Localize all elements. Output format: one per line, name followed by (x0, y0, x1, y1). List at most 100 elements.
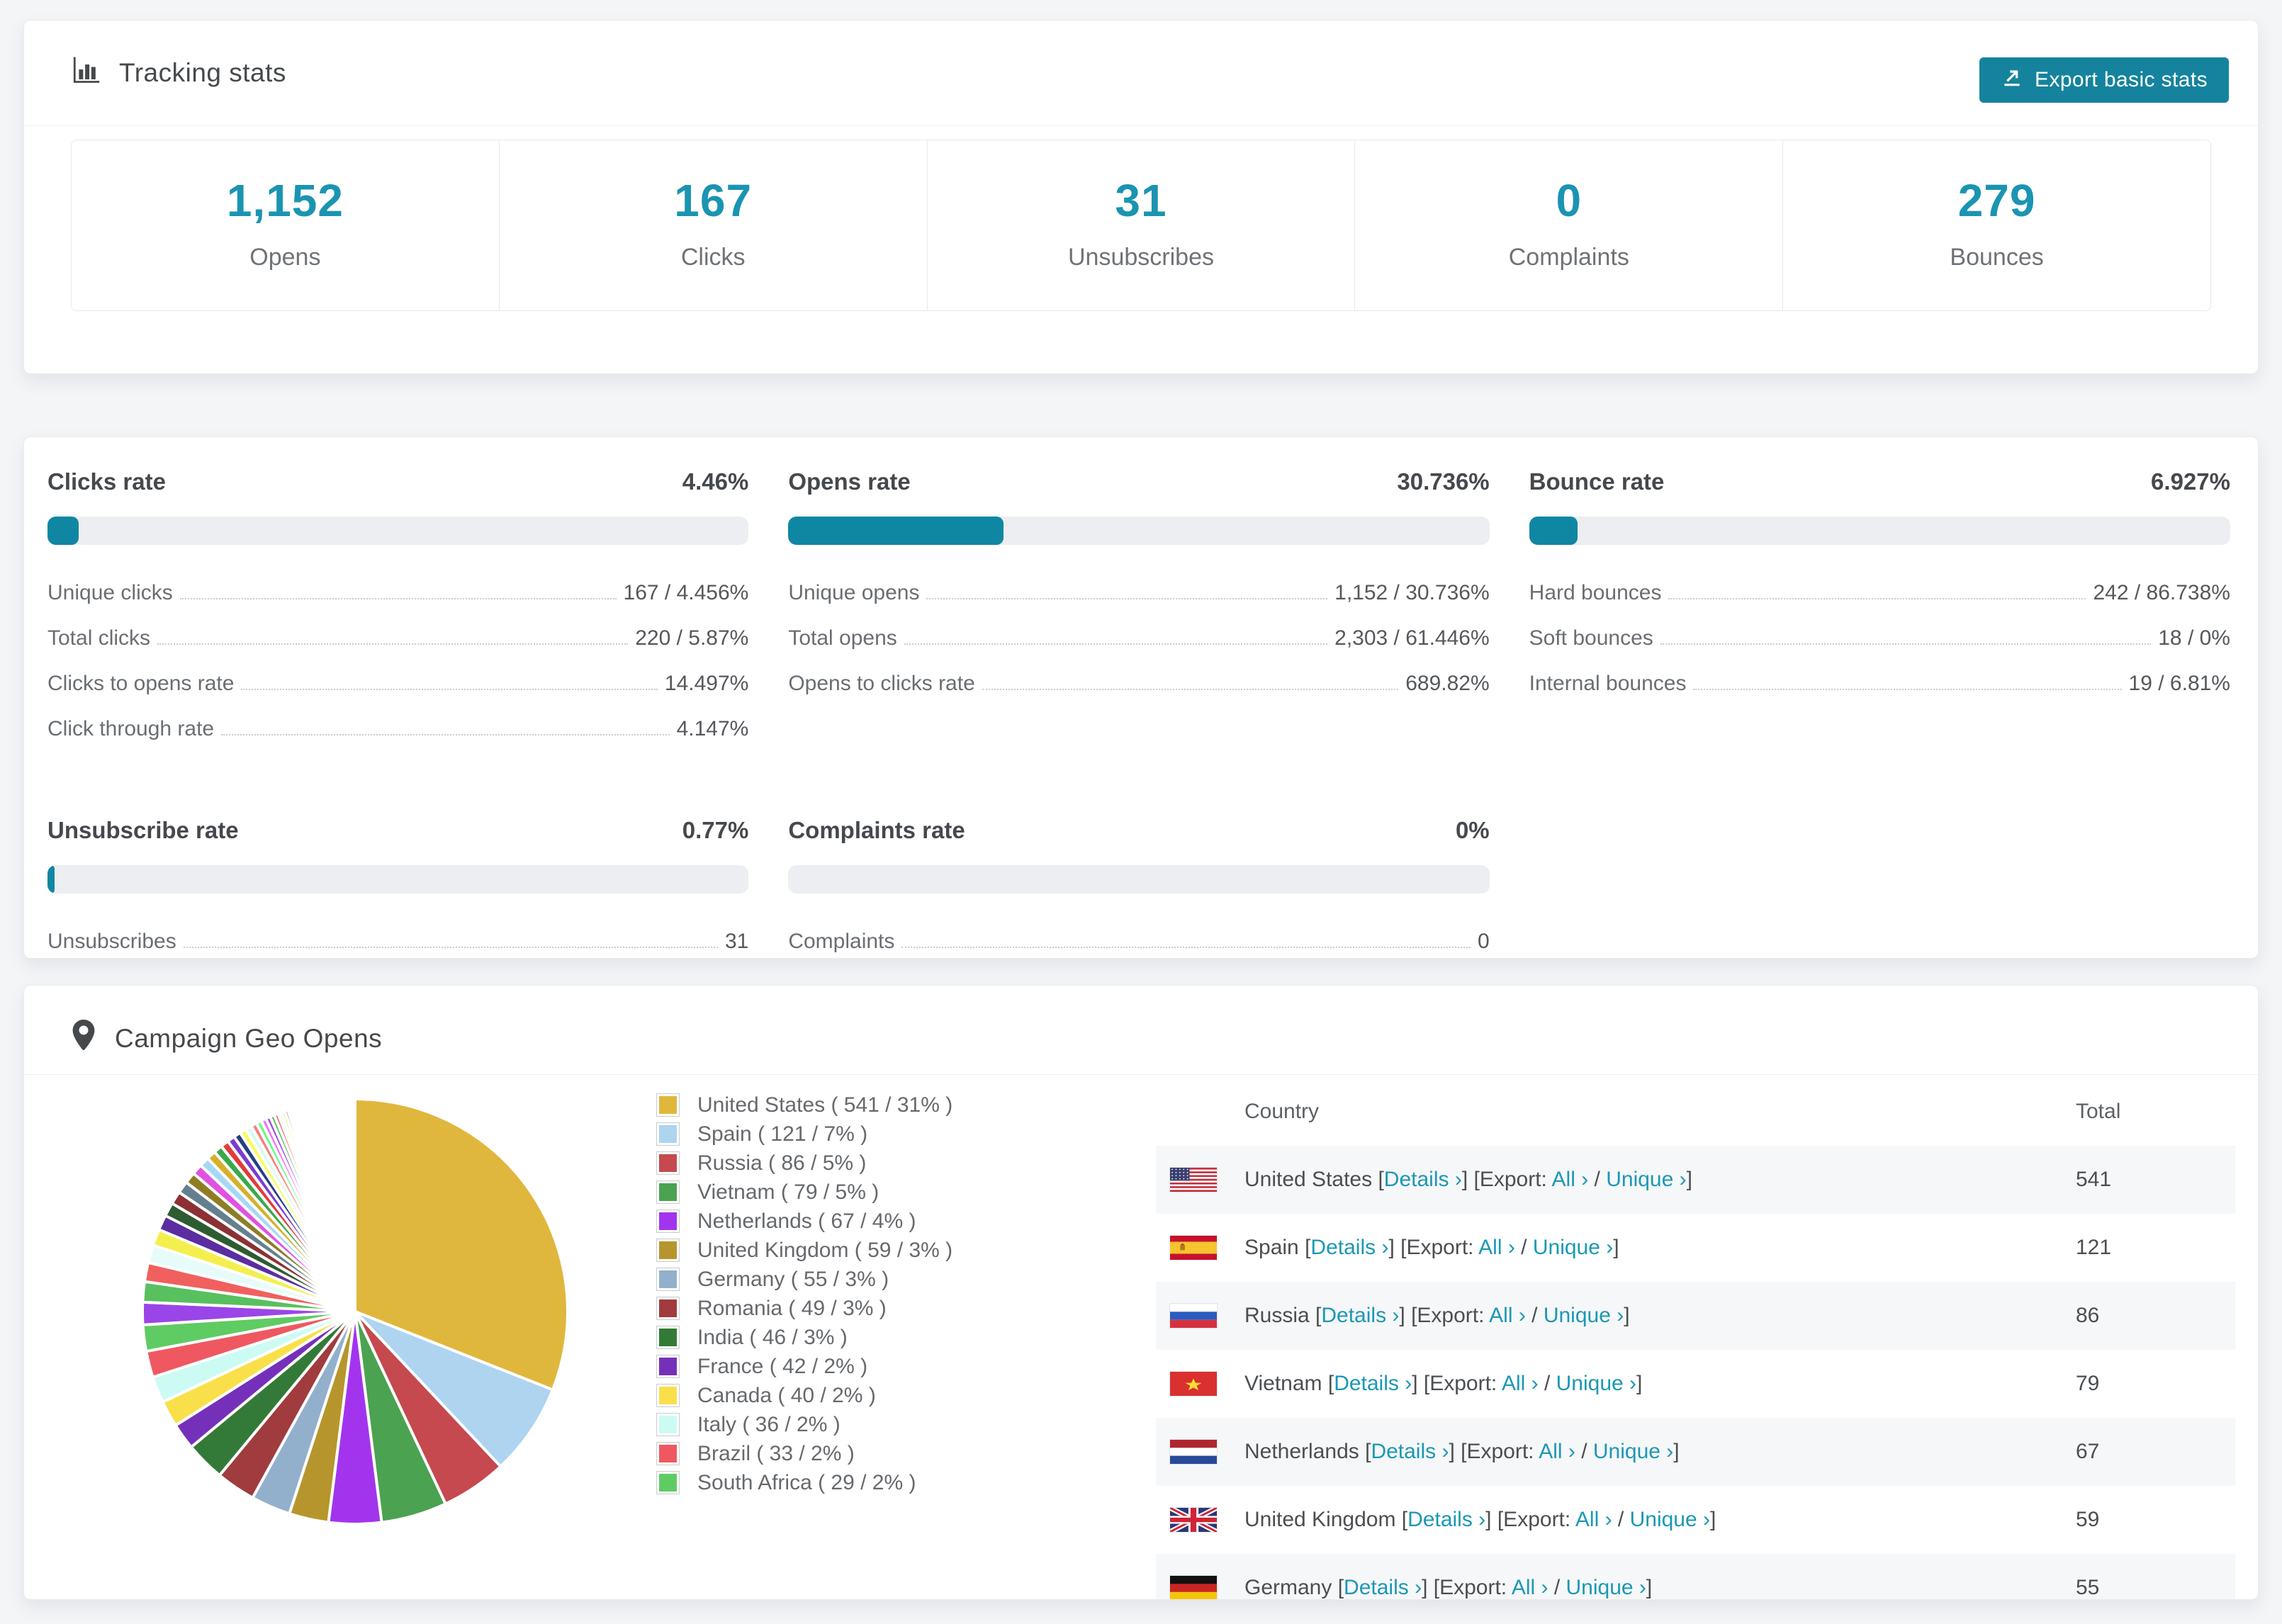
progress-bar (47, 517, 749, 545)
legend-item: India ( 46 / 3% ) (656, 1323, 952, 1352)
tracking-stats-title: Tracking stats (119, 57, 286, 87)
stat-card-opens: 1,152 Opens (72, 140, 499, 310)
bracket: ] (1636, 1372, 1643, 1395)
legend-label: United Kingdom ( 59 / 3% ) (697, 1238, 953, 1262)
export-unique-link[interactable]: Unique › (1544, 1304, 1624, 1327)
legend-swatch (656, 1471, 680, 1494)
slash: / (1525, 1304, 1544, 1327)
stat-value: 1,152 (226, 175, 344, 226)
stat-label: Unsubscribes (1068, 244, 1214, 271)
country-name: United Kingdom (1244, 1508, 1396, 1531)
rate-stat-value: 31 (724, 930, 749, 953)
export-all-link[interactable]: All › (1478, 1236, 1515, 1259)
legend-label: United States ( 541 / 31% ) (697, 1093, 953, 1117)
progress-fill (788, 517, 1004, 545)
bracket: [ (1359, 1440, 1371, 1463)
export-unique-link[interactable]: Unique › (1606, 1168, 1686, 1191)
rate-value: 30.736% (1397, 468, 1490, 495)
country-links: Russia [Details ›] [Export: All › / Uniq… (1244, 1304, 1630, 1328)
details-link[interactable]: Details › (1344, 1576, 1422, 1599)
details-link[interactable]: Details › (1407, 1508, 1485, 1531)
export-unique-link[interactable]: Unique › (1533, 1236, 1613, 1259)
rate-stat-value: 242 / 86.738% (2093, 581, 2230, 604)
total-cell: 86 (2076, 1304, 2100, 1327)
stat-value: 31 (1115, 175, 1167, 226)
export-all-link[interactable]: All › (1502, 1372, 1539, 1395)
dotted-leader (1668, 598, 2086, 599)
table-row-de: Germany [Details ›] [Export: All › / Uni… (1156, 1554, 2235, 1599)
export-label: [Export: (1491, 1508, 1575, 1531)
export-basic-stats-button[interactable]: Export basic stats (1979, 57, 2229, 103)
slash: / (1575, 1440, 1593, 1463)
stat-label: Opens (249, 244, 321, 271)
rate-stat-value: 19 / 6.81% (2128, 672, 2230, 695)
progress-bar (1529, 517, 2230, 545)
legend-swatch (656, 1239, 680, 1262)
country-links: United Kingdom [Details ›] [Export: All … (1244, 1508, 1716, 1532)
rate-value: 0.77% (682, 817, 749, 843)
details-link[interactable]: Details › (1310, 1236, 1388, 1259)
export-unique-link[interactable]: Unique › (1630, 1508, 1710, 1531)
rate-value: 4.46% (682, 468, 749, 495)
details-link[interactable]: Details › (1321, 1304, 1399, 1327)
export-all-link[interactable]: All › (1575, 1508, 1612, 1531)
rate-stat-label: Hard bounces (1529, 581, 1662, 604)
details-link[interactable]: Details › (1371, 1440, 1449, 1463)
country-name: Spain (1244, 1236, 1299, 1259)
rate-title: Complaints rate (788, 817, 965, 843)
table-row-gb: United Kingdom [Details ›] [Export: All … (1156, 1486, 2235, 1554)
legend-swatch (656, 1268, 680, 1291)
export-unique-link[interactable]: Unique › (1556, 1372, 1636, 1395)
rate-title: Clicks rate (47, 468, 166, 495)
rate-stat-label: Total clicks (47, 626, 151, 650)
export-unique-link[interactable]: Unique › (1593, 1440, 1673, 1463)
details-link[interactable]: Details › (1384, 1168, 1462, 1191)
stat-card-bounces: 279 Bounces (1782, 140, 2210, 310)
rate-block-header: Clicks rate 4.46% (47, 468, 748, 495)
progress-bar (788, 865, 1490, 893)
flag-icon-gb (1168, 1506, 1219, 1534)
campaign-geo-opens-card: Campaign Geo Opens United States ( 541 /… (23, 985, 2259, 1600)
legend-swatch (656, 1413, 680, 1436)
table-row-es: Spain [Details ›] [Export: All › / Uniqu… (1156, 1214, 2235, 1282)
progress-fill (1529, 517, 1578, 545)
stat-label: Complaints (1508, 244, 1629, 271)
rate-title: Unsubscribe rate (47, 817, 239, 843)
flag-icon-vn (1169, 1371, 1218, 1397)
rate-stat-value: 167 / 4.456% (623, 581, 749, 604)
country-links: Spain [Details ›] [Export: All › / Uniqu… (1244, 1236, 1619, 1260)
rate-stat-label: Unique clicks (47, 581, 173, 604)
bracket: ] (1710, 1508, 1716, 1531)
flag-icon-us (1169, 1167, 1218, 1192)
export-all-link[interactable]: All › (1539, 1440, 1575, 1463)
export-icon (2001, 66, 2023, 94)
column-header-country: Country (1244, 1100, 1320, 1123)
legend-item: France ( 42 / 2% ) (656, 1352, 952, 1381)
country-links: United States [Details ›] [Export: All ›… (1244, 1168, 1692, 1192)
country-cell: Netherlands [Details ›] [Export: All › /… (1156, 1439, 2076, 1465)
rates-card: Clicks rate 4.46% Unique clicks 167 / 4.456… (23, 436, 2259, 959)
country-name: Netherlands (1244, 1440, 1359, 1463)
progress-fill (47, 865, 55, 893)
pie-legend: United States ( 541 / 31% ) Spain ( 121 /… (656, 1090, 952, 1497)
legend-label: Russia ( 86 / 5% ) (697, 1151, 867, 1175)
bar-chart-icon (71, 55, 101, 91)
rate-stat-row: Unique opens 1,152 / 30.736% (788, 570, 1489, 616)
legend-swatch (656, 1297, 680, 1320)
slash: / (1548, 1576, 1566, 1599)
legend-swatch (656, 1442, 680, 1465)
export-all-link[interactable]: All › (1489, 1304, 1526, 1327)
map-pin-icon (71, 1020, 96, 1057)
export-all-link[interactable]: All › (1512, 1576, 1548, 1599)
details-link[interactable]: Details › (1334, 1372, 1412, 1395)
export-unique-link[interactable]: Unique › (1566, 1576, 1646, 1599)
rate-stat-value: 0 (1477, 930, 1490, 953)
legend-item: Romania ( 49 / 3% ) (656, 1294, 952, 1323)
bracket: ] (1485, 1508, 1492, 1531)
bracket: [ (1372, 1168, 1384, 1191)
slash: / (1612, 1508, 1630, 1531)
header-divider (24, 125, 2258, 126)
export-all-link[interactable]: All › (1552, 1168, 1589, 1191)
legend-label: Canada ( 40 / 2% ) (697, 1383, 876, 1407)
rate-title: Opens rate (788, 468, 911, 495)
